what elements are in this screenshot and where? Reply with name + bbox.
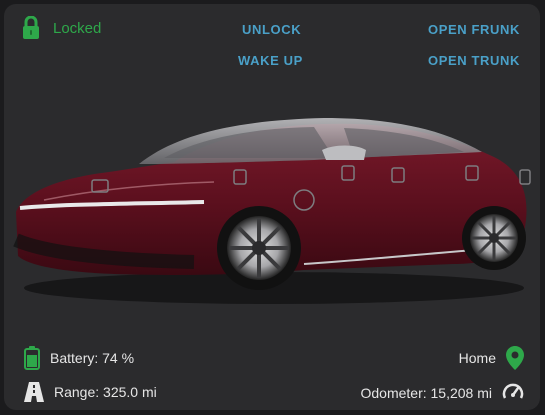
open-frunk-button[interactable]: OPEN FRUNK: [428, 22, 520, 37]
odometer-stat: Odometer: 15,208 mi: [360, 382, 524, 404]
road-icon: [24, 382, 44, 402]
vehicle-stats: Battery: 74 % Range: 325.0 mi Home Odome…: [4, 338, 540, 410]
range-stat: Range: 325.0 mi: [24, 382, 157, 402]
car-image: [4, 100, 540, 310]
vehicle-controls: Locked UNLOCK WAKE UP OPEN FRUNK OPEN TR…: [4, 4, 540, 94]
speedometer-icon: [502, 382, 524, 404]
open-trunk-button[interactable]: OPEN TRUNK: [428, 53, 520, 68]
range-label: Range: 325.0 mi: [54, 384, 157, 400]
location-stat: Home: [459, 346, 524, 370]
lock-icon: [21, 16, 41, 40]
battery-label: Battery: 74 %: [50, 350, 135, 366]
location-label: Home: [458, 350, 496, 366]
vehicle-card: Locked UNLOCK WAKE UP OPEN FRUNK OPEN TR…: [4, 4, 540, 410]
battery-icon: [24, 346, 40, 370]
odometer-label: Odometer: 15,208 mi: [360, 385, 492, 401]
lock-status-label: Locked: [53, 19, 102, 37]
unlock-button[interactable]: UNLOCK: [242, 22, 301, 37]
wake-up-button[interactable]: WAKE UP: [238, 53, 303, 68]
map-pin-icon: [506, 346, 524, 370]
battery-stat: Battery: 74 %: [24, 346, 134, 370]
lock-status[interactable]: Locked: [21, 16, 101, 40]
